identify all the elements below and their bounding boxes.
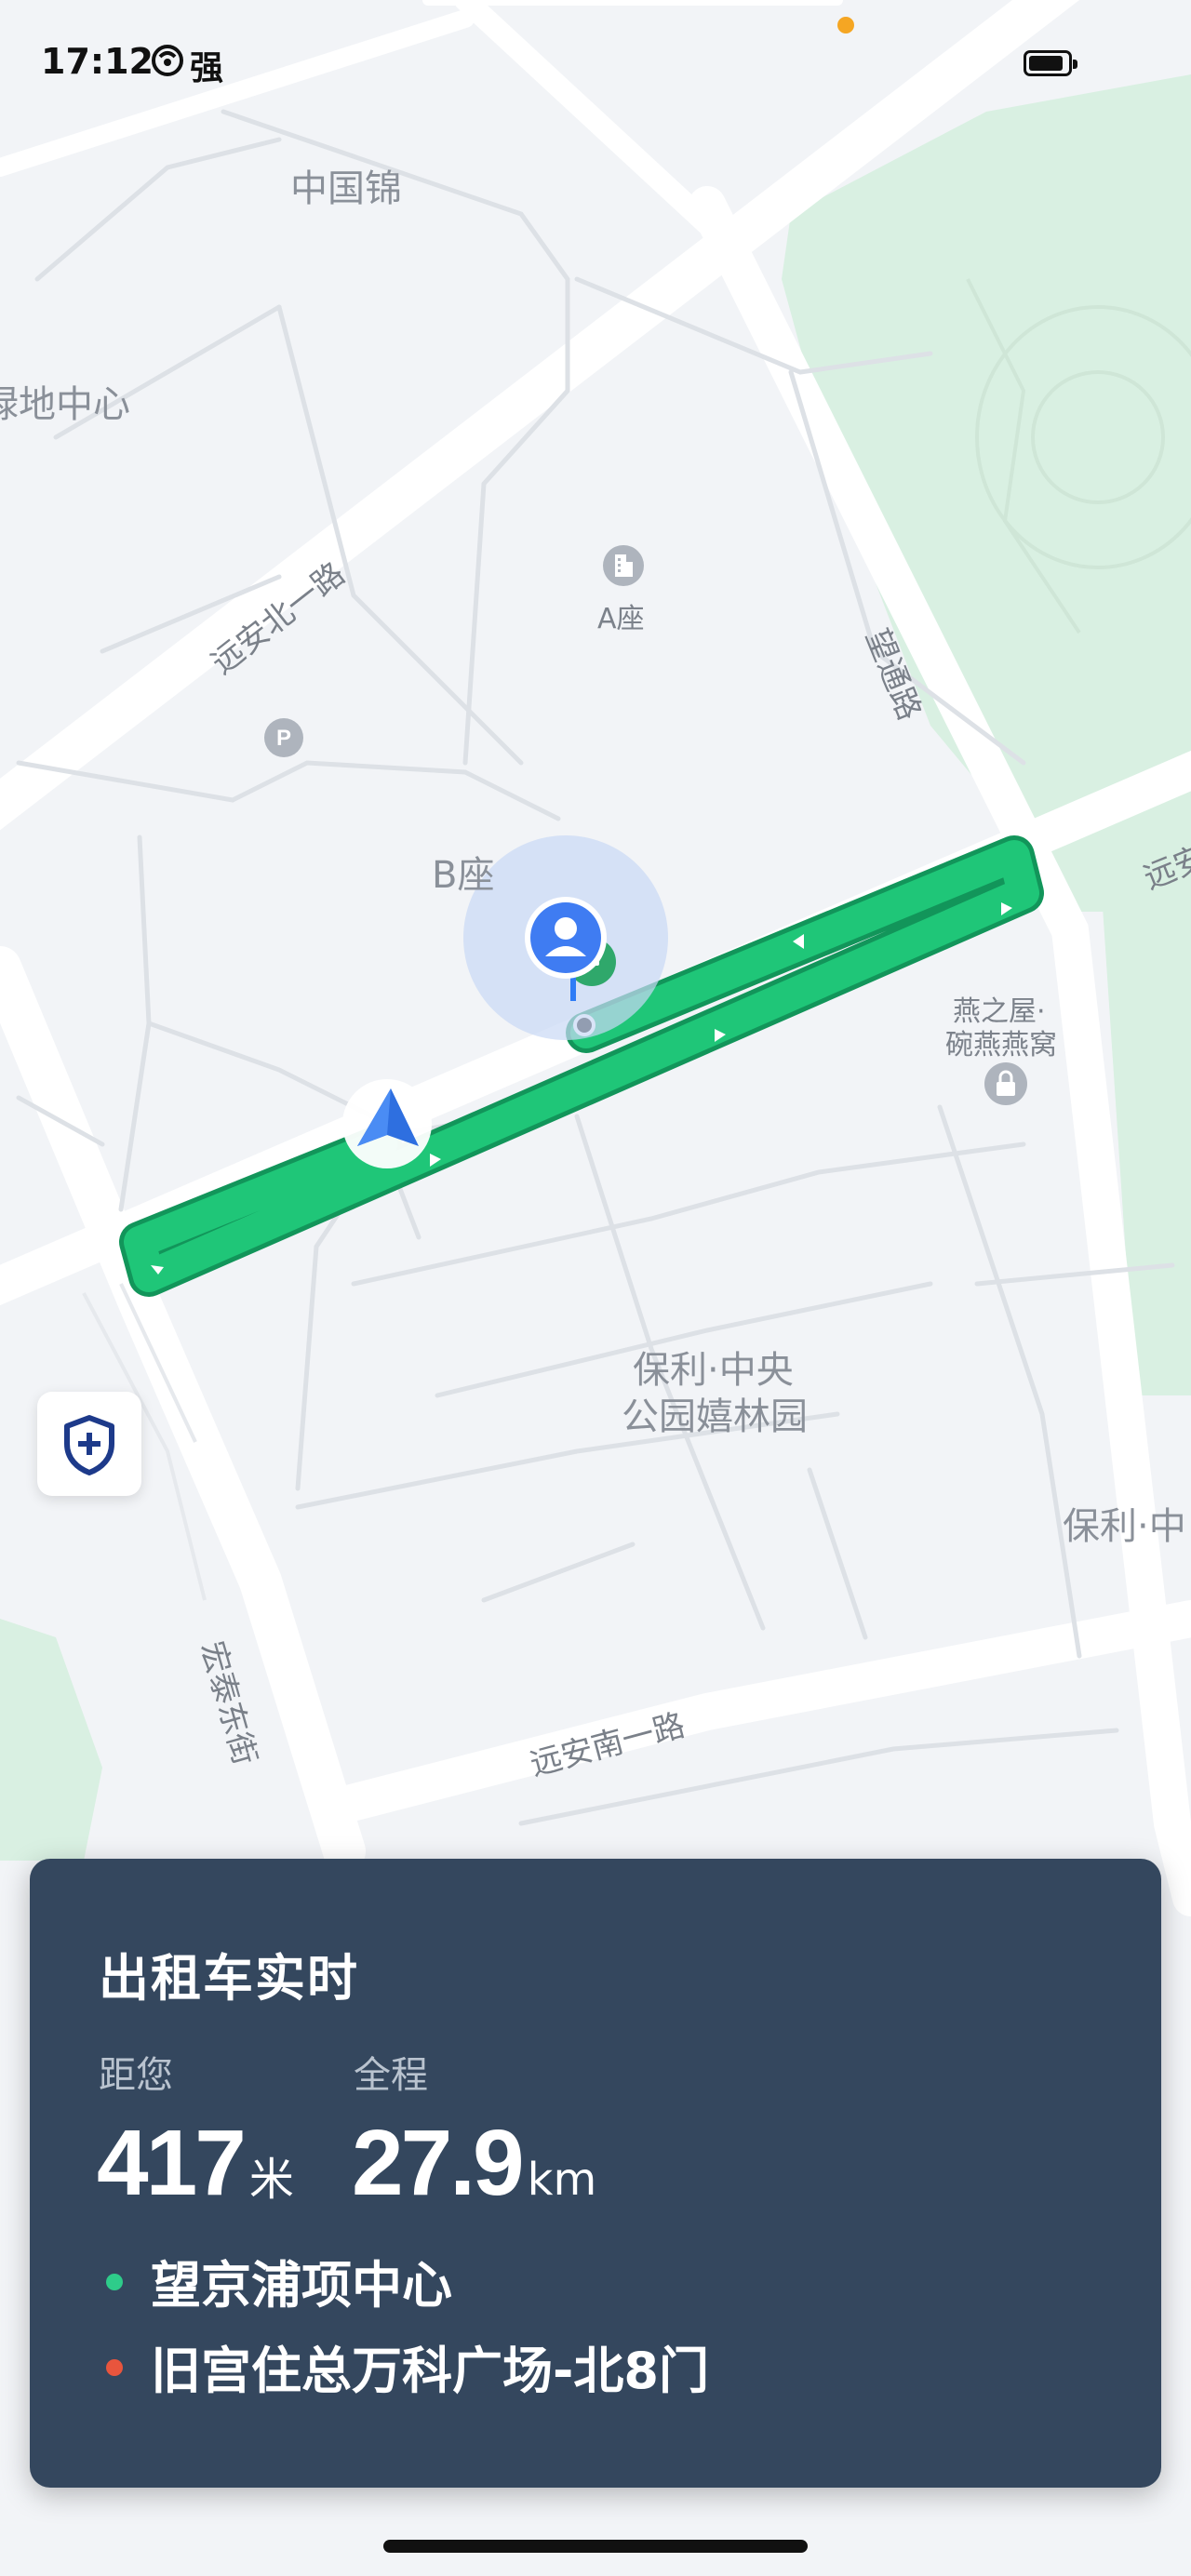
- building-icon[interactable]: [601, 543, 646, 588]
- svg-text:P: P: [276, 726, 291, 751]
- distance-unit: 米: [248, 2154, 294, 2206]
- status-bar: 17:12 强: [0, 0, 1191, 130]
- lock-icon[interactable]: [983, 1061, 1029, 1107]
- map-label-a-zuo: A座: [597, 603, 645, 635]
- total-unit: km: [527, 2154, 597, 2206]
- status-time: 17:12: [41, 41, 154, 82]
- navigation-arrow-icon[interactable]: [341, 1077, 434, 1170]
- safety-button[interactable]: [37, 1392, 141, 1496]
- card-title: 出租车实时: [99, 1949, 359, 2008]
- map-label-poly-right: 保利·中: [1063, 1505, 1186, 1548]
- map-label-poly-2: 公园嬉林园: [622, 1395, 808, 1438]
- parking-icon[interactable]: P: [262, 716, 305, 759]
- distance-label: 距您: [99, 2054, 173, 2097]
- map-label-zhongguojin: 中国锦: [290, 167, 402, 210]
- map-label-b-zuo: B座: [432, 854, 495, 897]
- privacy-indicator-dot: [837, 17, 854, 33]
- destination-text: 旧宫住总万科广场-北8门: [151, 2342, 709, 2400]
- destination-dot: [106, 2359, 123, 2376]
- hotspot-icon: [152, 45, 183, 76]
- shield-plus-icon: [64, 1415, 114, 1475]
- taxi-info-card[interactable]: 出租车实时 距您 全程 417 米 27.9 km 望京浦项中心 旧宫住总万科广…: [30, 1859, 1161, 2488]
- origin-dot: [106, 2274, 123, 2290]
- total-value-row: 27.9 km: [352, 2110, 596, 2217]
- total-value: 27.9: [352, 2111, 525, 2215]
- origin-text: 望京浦项中心: [151, 2256, 452, 2315]
- map-label-lvdi: 绿地中心: [0, 383, 130, 426]
- distance-value-row: 417 米: [97, 2110, 294, 2217]
- total-label: 全程: [354, 2054, 428, 2097]
- distance-value: 417: [97, 2111, 247, 2215]
- user-location-icon[interactable]: [519, 891, 631, 1012]
- battery-icon: [1024, 50, 1077, 76]
- carrier-label: 强: [190, 49, 224, 87]
- map-label-yanzhiwu-2: 碗燕燕窝: [945, 1029, 1057, 1061]
- home-indicator[interactable]: [383, 2540, 808, 2553]
